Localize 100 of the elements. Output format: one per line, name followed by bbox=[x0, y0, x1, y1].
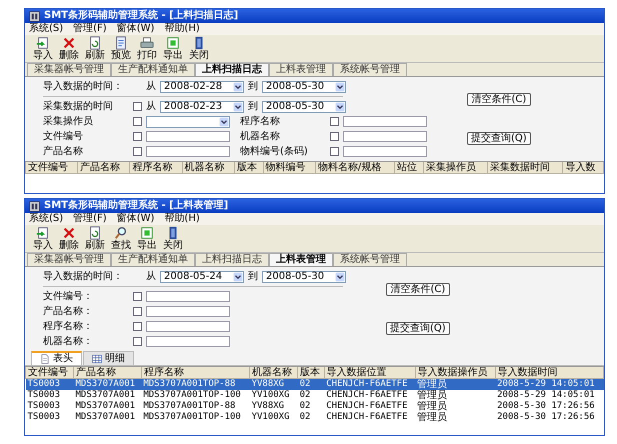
search-icon bbox=[114, 226, 128, 240]
checkbox[interactable] bbox=[330, 147, 339, 156]
date-field[interactable]: 2008-05-24 bbox=[160, 270, 244, 282]
table-cell: MDS3707A001TOP-88 bbox=[141, 378, 250, 390]
input-field[interactable] bbox=[146, 131, 230, 142]
column-header[interactable]: 采集数据时间 bbox=[487, 162, 563, 174]
column-header[interactable]: 机器名称 bbox=[182, 162, 234, 174]
checkbox[interactable] bbox=[133, 337, 142, 346]
field-label: 机器名称： bbox=[43, 336, 94, 348]
window-title: SMT条形码辅助管理系统 - [上料表管理] bbox=[44, 200, 228, 212]
table-cell: 管理员 bbox=[415, 390, 496, 401]
checkbox[interactable] bbox=[133, 292, 142, 301]
menu-item[interactable]: 系统(S) bbox=[29, 23, 64, 35]
column-header[interactable]: 版本 bbox=[234, 162, 264, 174]
to-label: 到 bbox=[248, 100, 258, 112]
toolbar-button[interactable]: 删除 bbox=[57, 36, 81, 61]
caret-icon bbox=[219, 116, 229, 126]
column-header[interactable]: 采集操作员 bbox=[424, 162, 488, 174]
toolbar-button[interactable]: 刷新 bbox=[83, 36, 107, 61]
tab[interactable]: 系统帐号管理 bbox=[333, 63, 407, 76]
table-cell-text: 2008-5-30 17:26:56 bbox=[496, 401, 596, 412]
column-header[interactable]: 导入数据位置 bbox=[324, 367, 416, 378]
checkbox[interactable] bbox=[330, 117, 339, 126]
toolbar-button[interactable]: 导入 bbox=[31, 226, 55, 251]
checkbox[interactable] bbox=[330, 132, 339, 141]
toolbar-button[interactable]: 预览 bbox=[109, 36, 133, 61]
tab[interactable]: 上料表管理 bbox=[269, 63, 333, 76]
table-row[interactable]: TS0003 MDS3707A001 MDS3707A001TOP-88 YV88XG 02 CHENJCH-F6AETFE 管理员 2008-5-30 17:26:56 bbox=[26, 401, 604, 412]
column-header[interactable]: 站位 bbox=[394, 162, 424, 174]
input-field[interactable] bbox=[146, 146, 230, 157]
menu-item[interactable]: 窗体(W) bbox=[116, 23, 154, 35]
action-button[interactable]: 清空条件(C) bbox=[467, 93, 531, 106]
refresh-icon bbox=[88, 226, 102, 240]
toolbar-button[interactable]: 导出 bbox=[161, 36, 185, 61]
tab[interactable]: 采集器帐号管理 bbox=[27, 253, 111, 266]
action-button[interactable]: 提交查询(Q) bbox=[386, 322, 450, 335]
table-cell-text: 02 bbox=[298, 401, 312, 412]
checkbox[interactable] bbox=[133, 307, 142, 316]
column-header[interactable]: 机器名称 bbox=[250, 367, 298, 378]
checkbox[interactable] bbox=[133, 147, 142, 156]
field-label: 导入数据的时间： bbox=[43, 80, 124, 92]
date-field[interactable]: 2008-05-30 bbox=[262, 270, 346, 282]
tab[interactable]: 生产配料通知单 bbox=[111, 253, 195, 266]
checkbox[interactable] bbox=[133, 102, 142, 111]
checkbox[interactable] bbox=[133, 132, 142, 141]
tab[interactable]: 上料扫描日志 bbox=[195, 63, 269, 76]
input-field[interactable] bbox=[343, 146, 427, 157]
date-field[interactable]: 2008-05-30 bbox=[262, 100, 346, 112]
column-header[interactable]: 导入数据操作员 bbox=[415, 367, 496, 378]
date-field[interactable]: 2008-02-28 bbox=[160, 80, 244, 92]
tab[interactable]: 生产配料通知单 bbox=[111, 63, 195, 76]
column-header[interactable]: 导入数 bbox=[562, 162, 604, 174]
tab[interactable]: 系统帐号管理 bbox=[333, 253, 407, 266]
sub-tab[interactable]: 表头 bbox=[31, 351, 82, 365]
menu-item[interactable]: 窗体(W) bbox=[116, 213, 154, 225]
document-icon bbox=[114, 36, 128, 50]
toolbar-button[interactable]: 删除 bbox=[57, 226, 81, 251]
caret-icon bbox=[233, 82, 243, 92]
menu-item[interactable]: 管理(F) bbox=[73, 213, 107, 225]
tab[interactable]: 采集器帐号管理 bbox=[27, 63, 111, 76]
tab[interactable]: 上料扫描日志 bbox=[195, 253, 269, 266]
dropdown-field[interactable] bbox=[146, 116, 230, 128]
table-row[interactable]: TS0003 MDS3707A001 MDS3707A001TOP-100 YV100XG 02 CHENJCH-F6AETFE 管理员 2008-5-30 17:26:56 bbox=[26, 412, 604, 423]
delete-icon bbox=[62, 36, 76, 50]
menu-item[interactable]: 帮助(H) bbox=[164, 213, 200, 225]
table-row[interactable]: TS0003 MDS3707A001 MDS3707A001TOP-88 YV88XG 02 CHENJCH-F6AETFE 管理员 2008-5-29 14:05:01 bbox=[26, 378, 604, 390]
checkbox[interactable] bbox=[133, 322, 142, 331]
input-field[interactable] bbox=[146, 306, 230, 317]
table-cell: MDS3707A001TOP-88 bbox=[141, 401, 250, 412]
sub-tab[interactable]: 明细 bbox=[83, 351, 134, 365]
input-field[interactable] bbox=[343, 131, 427, 142]
menu-item[interactable]: 帮助(H) bbox=[164, 23, 200, 35]
input-field[interactable] bbox=[146, 336, 230, 347]
action-button[interactable]: 清空条件(C) bbox=[386, 283, 450, 296]
action-button[interactable]: 提交查询(Q) bbox=[467, 132, 531, 145]
date-field[interactable]: 2008-02-23 bbox=[160, 100, 244, 112]
checkbox[interactable] bbox=[133, 117, 142, 126]
caret-icon bbox=[335, 102, 345, 112]
toolbar-button[interactable]: 刷新 bbox=[83, 226, 107, 251]
column-header[interactable]: 物料编号 bbox=[263, 162, 316, 174]
toolbar-button[interactable]: 关闭 bbox=[161, 226, 185, 251]
column-header[interactable]: 物料名称/规格 bbox=[315, 162, 395, 174]
toolbar-button[interactable]: 查找 bbox=[109, 226, 133, 251]
toolbar-button[interactable]: 导出 bbox=[135, 226, 159, 251]
toolbar-button[interactable]: 打印 bbox=[135, 36, 159, 61]
field-label: 产品名称： bbox=[43, 306, 94, 318]
menu-item[interactable]: 系统(S) bbox=[29, 213, 64, 225]
input-field[interactable] bbox=[146, 321, 230, 332]
toolbar-button[interactable]: 导入 bbox=[31, 36, 55, 61]
menu-item[interactable]: 管理(F) bbox=[73, 23, 107, 35]
table-row[interactable]: TS0003 MDS3707A001 MDS3707A001TOP-100 YV100XG 02 CHENJCH-F6AETFE 管理员 2008-5-29 14:05:01 bbox=[26, 390, 604, 401]
input-field[interactable] bbox=[146, 291, 230, 302]
input-field[interactable] bbox=[343, 116, 427, 127]
import-icon bbox=[36, 36, 50, 50]
toolbar-button[interactable]: 关闭 bbox=[187, 36, 211, 61]
date-field[interactable]: 2008-05-30 bbox=[262, 80, 346, 92]
column-header[interactable]: 版本 bbox=[298, 367, 324, 378]
field-label: 导入数据的时间： bbox=[43, 270, 124, 282]
tab[interactable]: 上料表管理 bbox=[269, 253, 333, 266]
column-header[interactable]: 导入数据时间 bbox=[495, 367, 604, 378]
